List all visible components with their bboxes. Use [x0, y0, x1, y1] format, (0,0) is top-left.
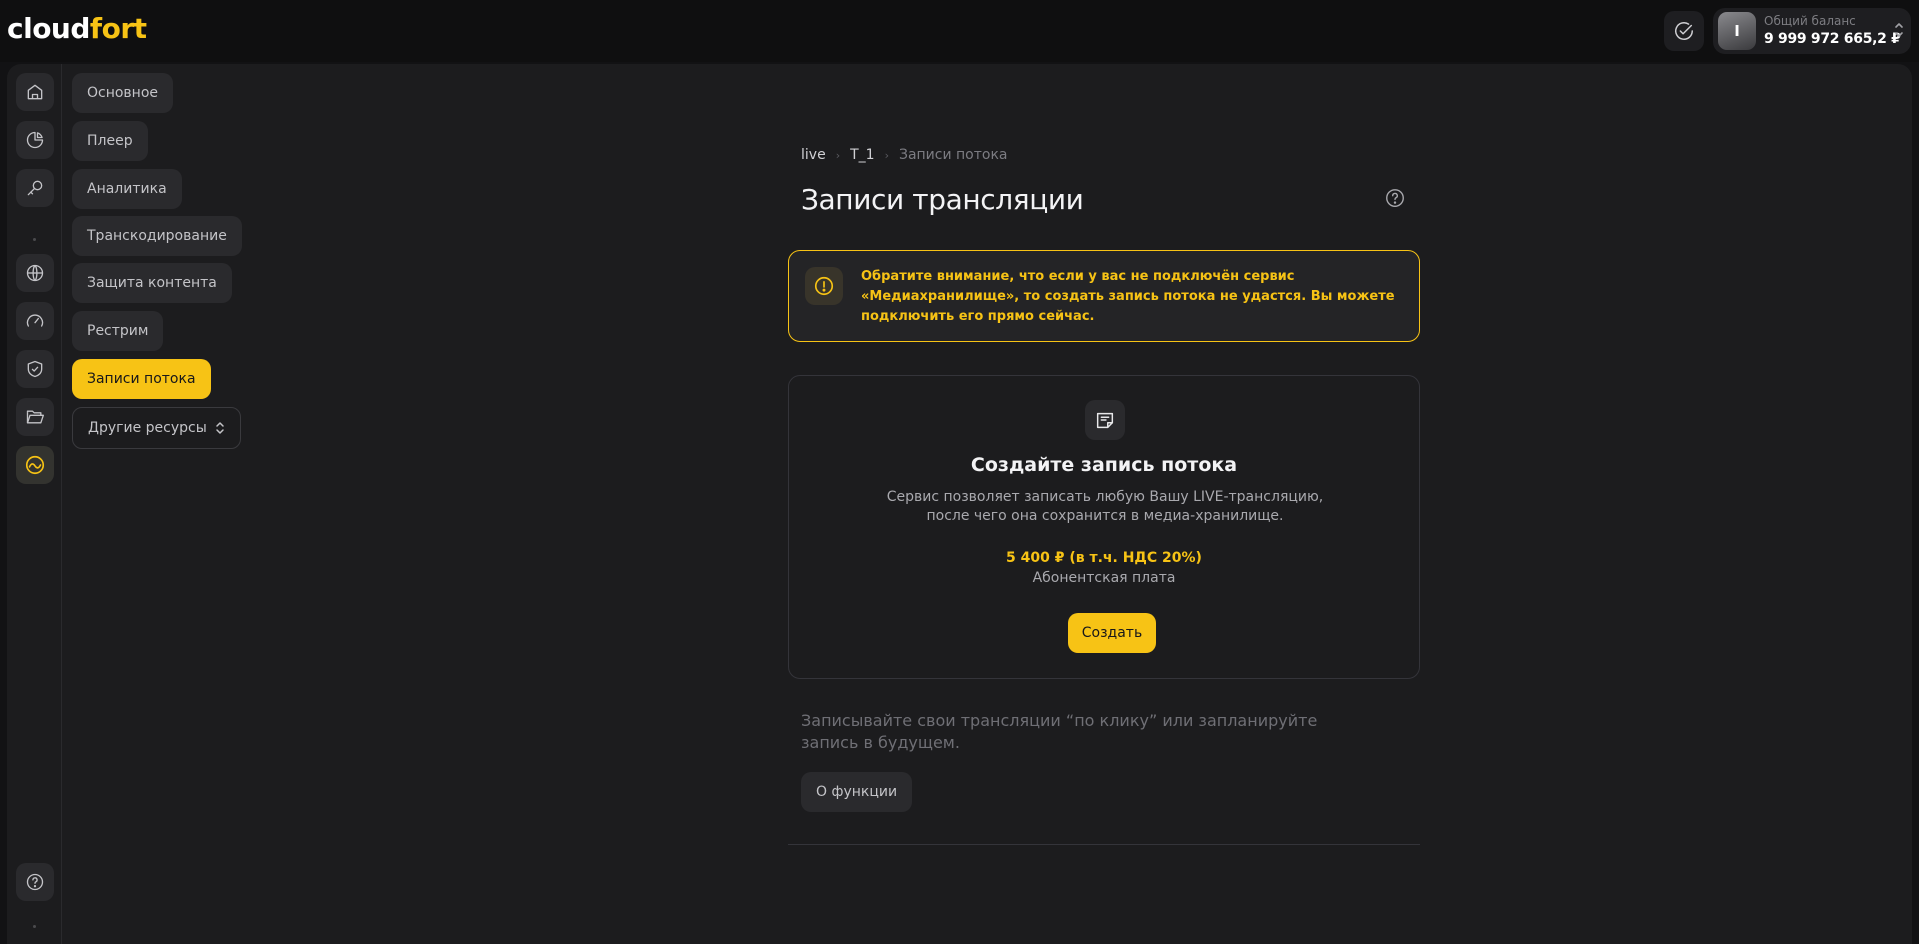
subnav-item-main[interactable]: Основное	[72, 73, 174, 113]
rail-security-button[interactable]	[16, 350, 54, 388]
rail-separator-bottom	[33, 925, 36, 928]
logo[interactable]: cloudfort	[7, 12, 147, 45]
globe-icon	[26, 264, 44, 282]
subnav-item-analytics[interactable]: Аналитика	[72, 169, 182, 209]
balance-selector[interactable]: I Общий баланс 9 999 972 665,2 ₽	[1713, 8, 1911, 54]
subnav-item-stream-recordings[interactable]: Записи потока	[72, 359, 211, 399]
card-description: Сервис позволяет записать любую Вашу LIV…	[886, 489, 1324, 524]
alert-circle-icon	[814, 276, 834, 296]
rail-separator	[33, 238, 36, 241]
rail-keys-button[interactable]	[16, 169, 54, 207]
subnav-item-transcoding[interactable]: Транскодирование	[72, 216, 242, 256]
rail-streaming-button[interactable]	[16, 446, 54, 484]
page-help-button[interactable]	[1384, 187, 1406, 213]
rail-speed-button[interactable]	[16, 302, 54, 340]
breadcrumb-separator: ›	[835, 148, 841, 162]
logo-part-fort: fort	[89, 12, 147, 45]
folder-open-icon	[26, 410, 44, 424]
tasks-button[interactable]	[1664, 11, 1704, 51]
help-icon	[26, 873, 44, 891]
subnav-item-restream[interactable]: Рестрим	[72, 311, 164, 351]
rail-help-button[interactable]	[16, 863, 54, 901]
create-recording-card: Создайте запись потока Сервис позволяет …	[788, 375, 1420, 679]
breadcrumb-stream[interactable]: T_1	[850, 147, 874, 163]
divider	[788, 844, 1420, 845]
home-icon	[27, 84, 43, 100]
card-title: Создайте запись потока	[970, 454, 1238, 476]
other-resources-select[interactable]: Другие ресурсы	[72, 407, 241, 449]
page-title: Записи трансляции	[801, 183, 1084, 216]
breadcrumb-current: Записи потока	[898, 147, 1008, 163]
chart-pie-icon	[26, 131, 44, 149]
card-price: 5 400 ₽ (в т.ч. НДС 20%)	[1006, 550, 1202, 566]
note-icon	[1096, 412, 1114, 429]
breadcrumb-live[interactable]: live	[801, 147, 826, 163]
main-panel: Основное Плеер Аналитика Транскодировани…	[7, 64, 1912, 944]
other-resources-label: Другие ресурсы	[88, 420, 207, 436]
subnav-item-content-protection[interactable]: Защита контента	[72, 263, 232, 303]
breadcrumb: live › T_1 › Записи потока	[801, 147, 1008, 163]
promo-text: Записывайте свои трансляции “по клику” и…	[801, 711, 1318, 752]
balance-value: 9 999 972 665,2 ₽	[1764, 31, 1901, 47]
warning-icon-wrap	[805, 267, 843, 305]
avatar: I	[1718, 12, 1756, 50]
shield-check-icon	[27, 360, 43, 378]
rail-cdn-button[interactable]	[16, 254, 54, 292]
check-circle-icon	[1675, 22, 1693, 40]
rail-home-button[interactable]	[16, 73, 54, 111]
top-bar: cloudfort I Общий баланс 9 999 972 665,2…	[0, 0, 1919, 62]
rail-analytics-button[interactable]	[16, 121, 54, 159]
help-icon	[1386, 189, 1404, 207]
balance-label: Общий баланс	[1764, 14, 1856, 28]
chevron-up-down-icon	[1895, 23, 1903, 37]
warning-banner: Обратите внимание, что если у вас не под…	[788, 250, 1420, 342]
logo-part-cloud: cloud	[7, 12, 90, 45]
speedometer-icon	[26, 314, 44, 327]
chevron-up-down-icon	[216, 422, 224, 434]
key-icon	[27, 180, 43, 196]
subnav-item-player[interactable]: Плеер	[72, 121, 148, 161]
icon-rail	[7, 64, 62, 944]
card-icon-wrap	[1085, 400, 1125, 440]
about-feature-button[interactable]: О функции	[801, 772, 913, 812]
create-button[interactable]: Создать	[1068, 613, 1156, 653]
card-price-label: Абонентская плата	[1032, 570, 1176, 586]
breadcrumb-separator: ›	[884, 148, 889, 162]
warning-text: Обратите внимание, что если у вас не под…	[861, 269, 1395, 324]
stream-icon	[25, 455, 45, 475]
rail-storage-button[interactable]	[16, 398, 54, 436]
